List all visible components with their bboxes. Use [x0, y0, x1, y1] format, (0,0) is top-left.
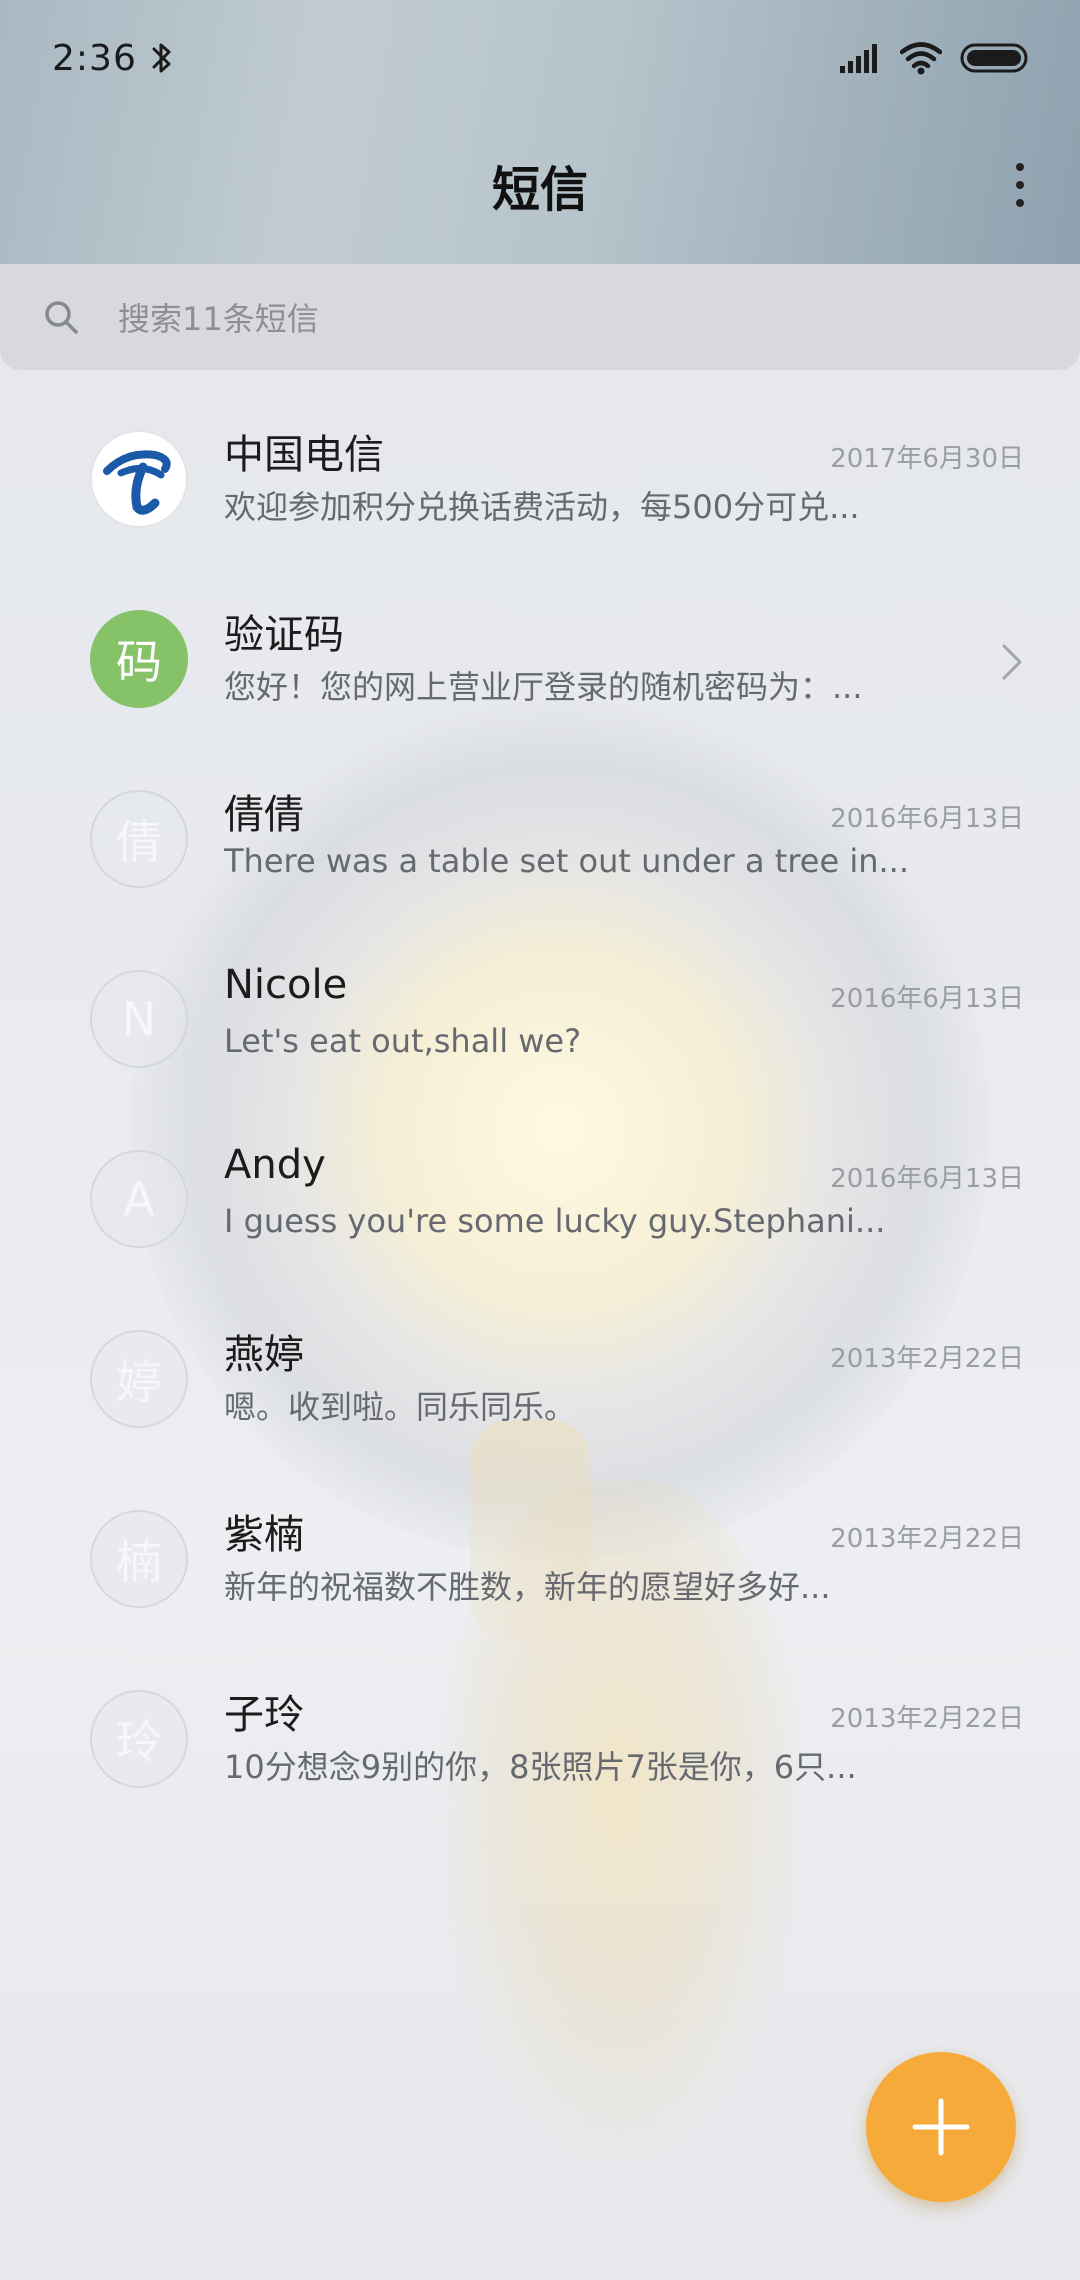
new-message-button[interactable]	[866, 2052, 1016, 2202]
app-header: 2:36 短信	[0, 0, 1080, 264]
avatar: 倩	[90, 790, 188, 888]
avatar: 码	[90, 610, 188, 708]
message-preview: Let's eat out,shall we?	[224, 1022, 582, 1060]
more-options-button[interactable]	[1000, 150, 1040, 220]
search-bar[interactable]: 搜索11条短信	[0, 264, 1080, 370]
plus-icon	[912, 2098, 970, 2156]
search-input[interactable]: 搜索11条短信	[118, 294, 319, 340]
more-vertical-icon-dot	[1016, 199, 1024, 207]
message-preview: 新年的祝福数不胜数，新年的愿望好多好...	[224, 1568, 831, 1606]
conversation-list: 中国电信 欢迎参加积分兑换话费活动，每500分可兑... 2017年6月30日 …	[0, 400, 1080, 1840]
conversation-row[interactable]: 码 验证码 您好！您的网上营业厅登录的随机密码为：...	[0, 580, 1080, 760]
message-date: 2013年2月22日	[830, 1344, 1024, 1374]
avatar: N	[90, 970, 188, 1068]
conversation-row[interactable]: 倩 倩倩 There was a table set out under a t…	[0, 760, 1080, 940]
signal-icon	[840, 44, 877, 73]
contact-name: 倩倩	[224, 792, 304, 838]
wifi-icon	[900, 42, 942, 75]
status-bar: 2:36	[0, 0, 1080, 116]
contact-name: 验证码	[224, 612, 344, 658]
avatar: A	[90, 1150, 188, 1248]
contact-name: Nicole	[224, 962, 348, 1008]
search-icon	[45, 301, 78, 334]
avatar: 楠	[90, 1510, 188, 1608]
conversation-row[interactable]: N Nicole Let's eat out,shall we? 2016年6月…	[0, 940, 1080, 1120]
message-preview: 您好！您的网上营业厅登录的随机密码为：...	[224, 668, 863, 706]
contact-name: Andy	[224, 1142, 326, 1188]
conversation-row[interactable]: 婷 燕婷 嗯。收到啦。同乐同乐。 2013年2月22日	[0, 1300, 1080, 1480]
message-date: 2013年2月22日	[830, 1524, 1024, 1554]
conversation-row[interactable]: 玲 子玲 10分想念9别的你，8张照片7张是你，6只... 2013年2月22日	[0, 1660, 1080, 1840]
telecom-logo-icon	[103, 450, 171, 515]
contact-name: 紫楠	[224, 1512, 304, 1558]
message-preview: There was a table set out under a tree i…	[224, 842, 910, 880]
message-preview: 嗯。收到啦。同乐同乐。	[224, 1388, 577, 1426]
page-title: 短信	[491, 162, 588, 218]
message-date: 2016年6月13日	[830, 804, 1024, 834]
contact-name: 子玲	[224, 1692, 304, 1738]
message-preview: 欢迎参加积分兑换话费活动，每500分可兑...	[224, 488, 860, 526]
avatar	[90, 430, 188, 528]
chevron-right-icon[interactable]	[994, 642, 1028, 682]
more-vertical-icon-dot	[1016, 181, 1024, 189]
message-preview: 10分想念9别的你，8张照片7张是你，6只...	[224, 1748, 857, 1786]
more-vertical-icon-dot	[1016, 163, 1024, 171]
conversation-row[interactable]: 楠 紫楠 新年的祝福数不胜数，新年的愿望好多好... 2013年2月22日	[0, 1480, 1080, 1660]
battery-icon	[960, 43, 1028, 73]
message-preview: I guess you're some lucky guy.Stephani..…	[224, 1202, 886, 1240]
contact-name: 燕婷	[224, 1332, 304, 1378]
status-time: 2:36	[52, 37, 137, 79]
message-date: 2013年2月22日	[830, 1704, 1024, 1734]
message-date: 2017年6月30日	[830, 444, 1024, 474]
conversation-row[interactable]: 中国电信 欢迎参加积分兑换话费活动，每500分可兑... 2017年6月30日	[0, 400, 1080, 580]
message-date: 2016年6月13日	[830, 984, 1024, 1014]
avatar: 玲	[90, 1690, 188, 1788]
message-date: 2016年6月13日	[830, 1164, 1024, 1194]
conversation-row[interactable]: A Andy I guess you're some lucky guy.Ste…	[0, 1120, 1080, 1300]
avatar: 婷	[90, 1330, 188, 1428]
contact-name: 中国电信	[224, 432, 384, 478]
bluetooth-icon	[152, 43, 171, 73]
